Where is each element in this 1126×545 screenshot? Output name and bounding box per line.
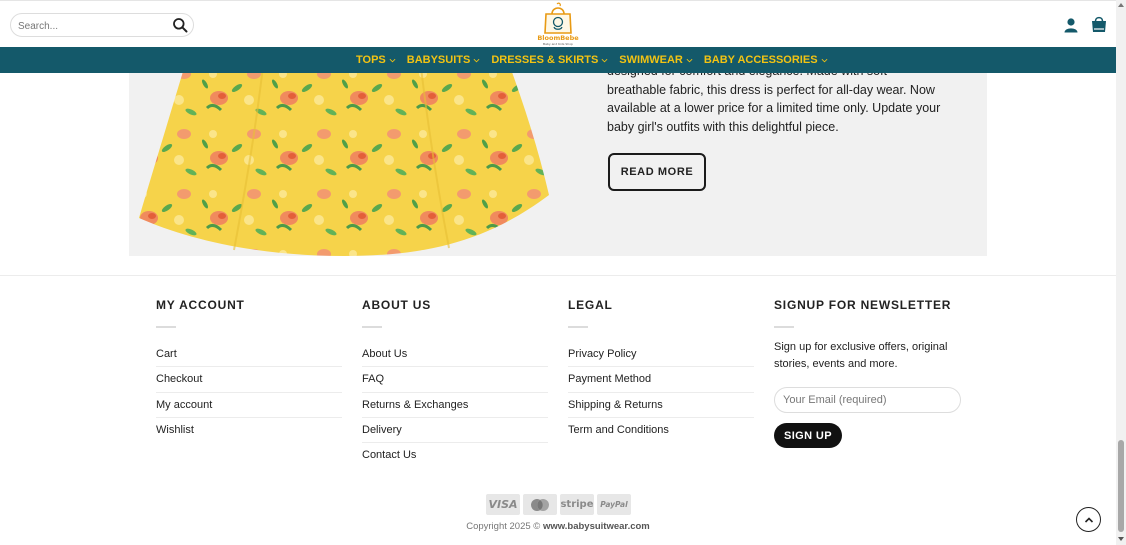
signup-button[interactable]: SIGN UP xyxy=(774,423,842,448)
shopping-bag-icon[interactable] xyxy=(1090,15,1108,33)
footer-col-newsletter: SIGNUP FOR NEWSLETTER Sign up for exclus… xyxy=(774,298,961,448)
chevron-down-icon xyxy=(389,58,396,62)
footer-link-returns-exchanges[interactable]: Returns & Exchanges xyxy=(362,393,548,418)
heading-underline xyxy=(362,326,382,328)
heading-underline xyxy=(774,326,794,328)
footer-link-contact-us[interactable]: Contact Us xyxy=(362,443,548,468)
search-input[interactable] xyxy=(18,18,168,34)
footer-link-faq[interactable]: FAQ xyxy=(362,367,548,393)
footer-link-about-us[interactable]: About Us xyxy=(362,342,548,368)
copyright-text: Copyright 2025 © xyxy=(466,521,543,532)
footer-link-privacy-policy[interactable]: Privacy Policy xyxy=(568,342,754,368)
scroll-up-arrow-icon[interactable] xyxy=(1118,3,1124,7)
logo-mark-icon xyxy=(544,2,572,34)
logo-subtext: Baby and Kids Shop xyxy=(543,42,573,46)
nav-item-baby-accessories[interactable]: BABY ACCESSORIES xyxy=(704,54,828,66)
newsletter-text: Sign up for exclusive offers, original s… xyxy=(774,341,948,370)
footer-col-about-us: ABOUT US About Us FAQ Returns & Exchange… xyxy=(362,298,548,468)
footer-heading: MY ACCOUNT xyxy=(156,298,245,312)
paypal-icon: PayPal xyxy=(597,494,631,515)
footer-col-legal: LEGAL Privacy Policy Payment Method Ship… xyxy=(568,298,754,443)
nav-item-babysuits[interactable]: BABYSUITS xyxy=(407,54,481,66)
newsletter-email-input[interactable] xyxy=(774,387,961,413)
nav-item-swimwear[interactable]: SWIMWEAR xyxy=(619,54,693,66)
heading-underline xyxy=(156,326,176,328)
nav-label: BABYSUITS xyxy=(406,54,471,66)
nav-label: SWIMWEAR xyxy=(619,54,683,66)
nav-label: DRESSES & SKIRTS xyxy=(491,54,599,66)
product-description: designed for comfort and elegance. Made … xyxy=(607,64,941,134)
read-more-button[interactable]: READ MORE xyxy=(608,153,706,191)
footer-col-my-account: MY ACCOUNT Cart Checkout My account Wish… xyxy=(156,298,342,443)
user-icon[interactable] xyxy=(1063,17,1079,33)
nav-label: TOPS xyxy=(356,54,386,66)
scroll-down-arrow-icon[interactable] xyxy=(1118,537,1124,541)
search-icon[interactable] xyxy=(172,17,188,33)
back-to-top-button[interactable] xyxy=(1076,507,1101,532)
mastercard-circles-icon xyxy=(531,498,549,511)
footer-link-checkout[interactable]: Checkout xyxy=(156,367,342,393)
copyright: Copyright 2025 © www.babysuitwear.com xyxy=(0,521,1116,532)
footer-link-payment-method[interactable]: Payment Method xyxy=(568,367,754,393)
chevron-down-icon xyxy=(601,58,608,62)
footer-divider xyxy=(0,275,1116,276)
nav-label: BABY ACCESSORIES xyxy=(703,54,818,66)
footer-heading: LEGAL xyxy=(568,298,613,312)
site-header: BloomBebe Baby and Kids Shop xyxy=(0,0,1116,47)
page-scrollbar[interactable] xyxy=(1116,0,1126,545)
footer-link-terms[interactable]: Term and Conditions xyxy=(568,418,754,443)
payment-icons: VISA stripe PayPal xyxy=(486,494,634,515)
search-box xyxy=(10,13,194,37)
copyright-site-link[interactable]: www.babysuitwear.com xyxy=(543,521,650,532)
footer-link-shipping-returns[interactable]: Shipping & Returns xyxy=(568,393,754,418)
footer-heading: SIGNUP FOR NEWSLETTER xyxy=(774,298,952,312)
mastercard-icon xyxy=(523,494,557,515)
stripe-icon: stripe xyxy=(560,494,594,515)
visa-icon: VISA xyxy=(486,494,520,515)
footer-heading: ABOUT US xyxy=(362,298,432,312)
footer-link-cart[interactable]: Cart xyxy=(156,342,342,368)
nav-item-dresses-skirts[interactable]: DRESSES & SKIRTS xyxy=(491,54,608,66)
chevron-down-icon xyxy=(821,58,827,62)
heading-underline xyxy=(568,326,588,328)
scrollbar-thumb[interactable] xyxy=(1118,440,1124,532)
footer-link-my-account[interactable]: My account xyxy=(156,393,342,418)
nav-item-tops[interactable]: TOPS xyxy=(356,54,396,66)
chevron-up-icon xyxy=(1084,516,1093,523)
logo-text: BloomBebe xyxy=(537,34,579,42)
main-nav: TOPS BABYSUITS DRESSES & SKIRTS SWIMWEAR… xyxy=(0,47,1116,73)
chevron-down-icon xyxy=(473,58,480,62)
chevron-down-icon xyxy=(686,58,693,62)
footer-link-delivery[interactable]: Delivery xyxy=(362,418,548,444)
site-logo[interactable]: BloomBebe Baby and Kids Shop xyxy=(535,2,581,48)
footer-link-wishlist[interactable]: Wishlist xyxy=(156,418,342,443)
